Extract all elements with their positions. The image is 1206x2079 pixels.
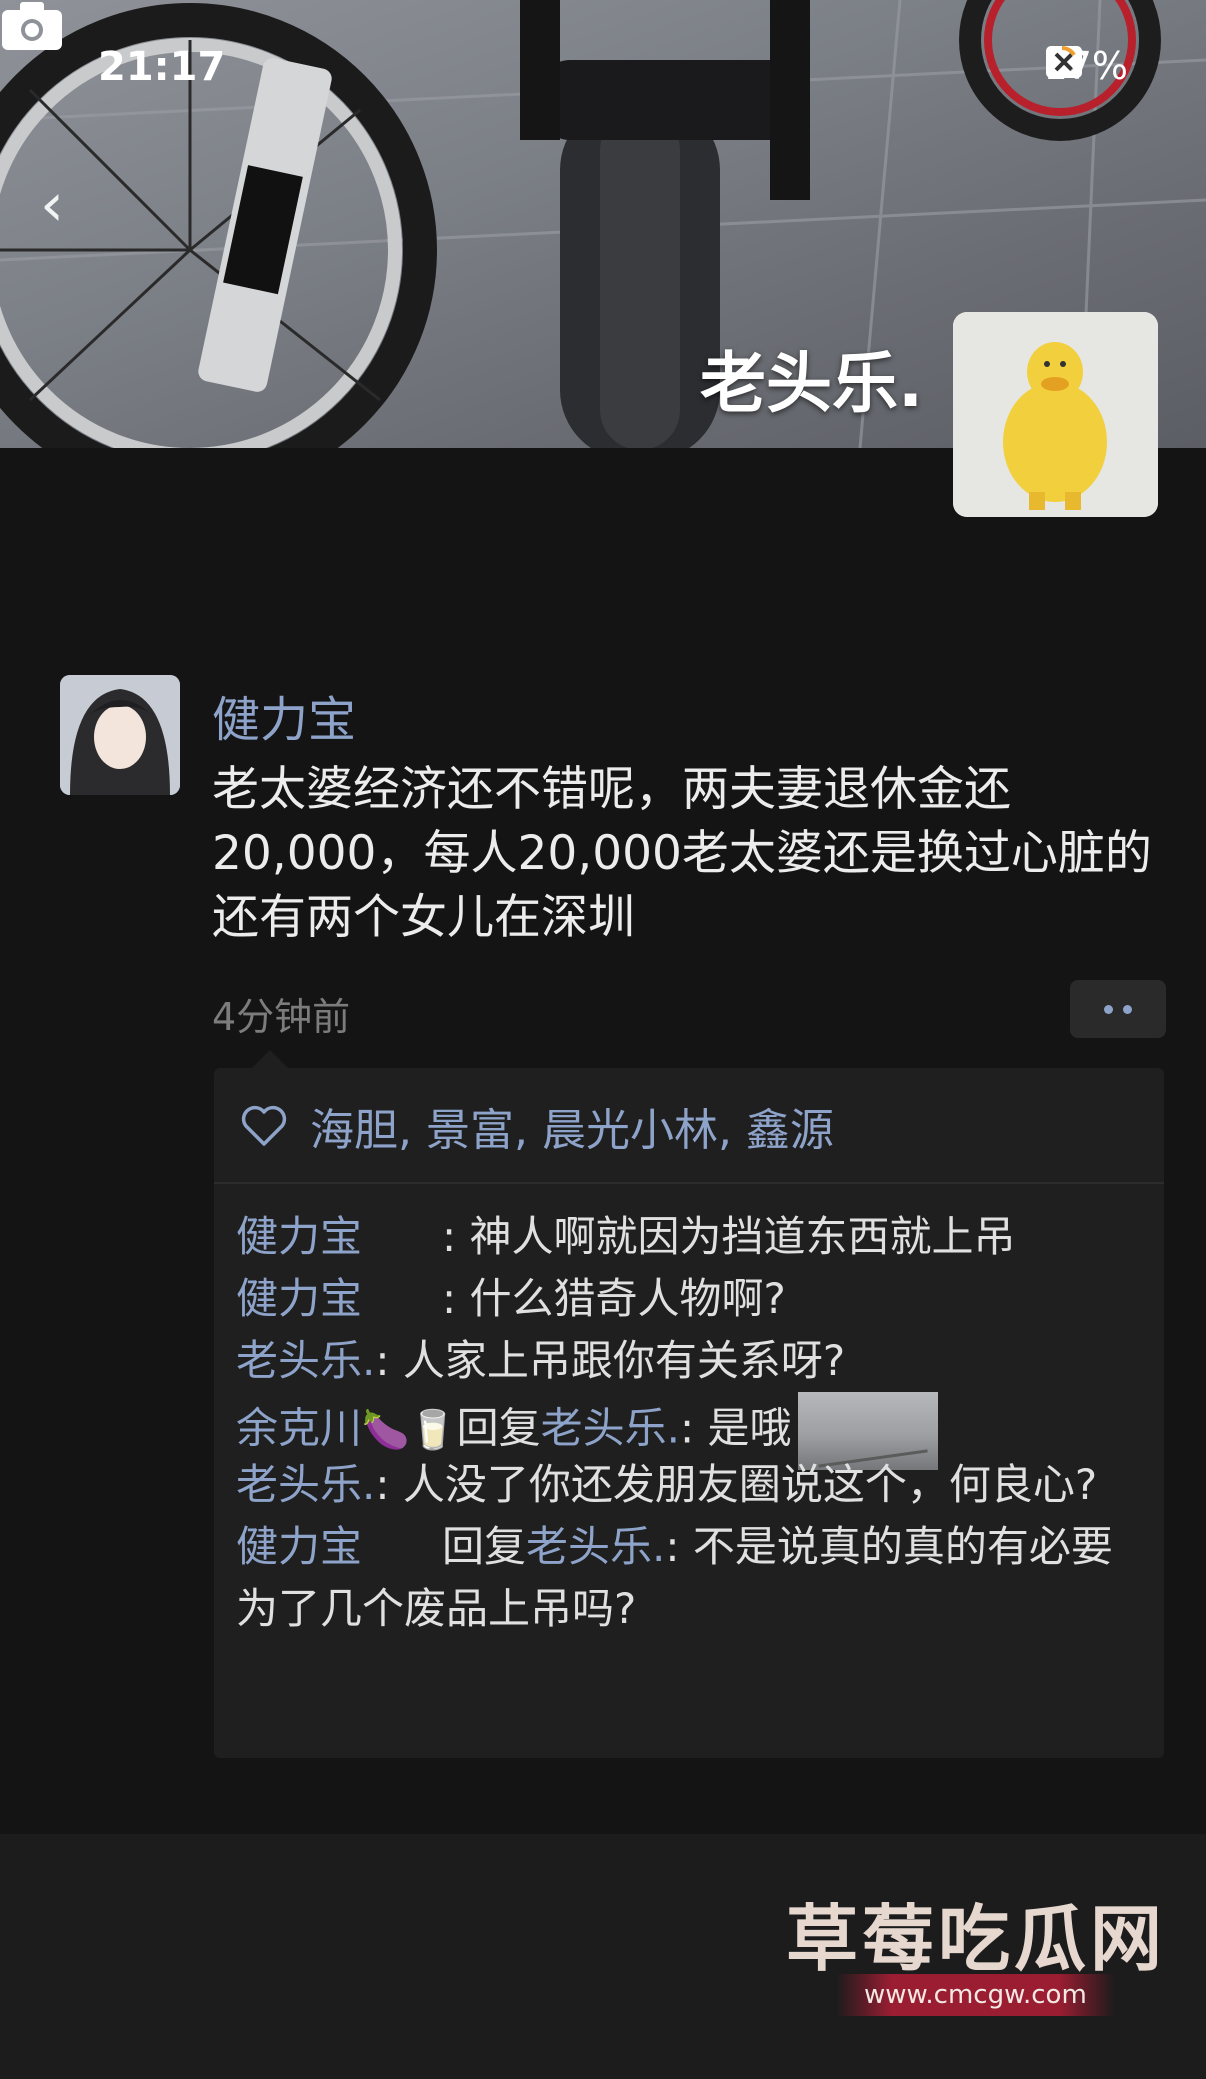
comment-text: : 人家上吊跟你有关系呀?	[375, 1336, 846, 1385]
commenter-name[interactable]: 老头乐.	[236, 1336, 375, 1385]
heart-icon	[241, 1105, 287, 1146]
reply-word: 回复	[442, 1522, 527, 1571]
reply-to-name[interactable]: 老头乐.	[526, 1522, 665, 1571]
comment-text: : 不是说真的真的有必要为了几个废品上吊吗?	[236, 1522, 1113, 1633]
comment-text: : 是哦	[680, 1403, 792, 1453]
comment-text: : 人没了你还发朋友圈说这个，何良心?	[375, 1460, 1098, 1509]
comment-text: : 什么猎奇人物啊?	[442, 1274, 786, 1323]
comment-item[interactable]: 健力宝 回复老头乐.: 不是说真的真的有必要为了几个废品上吊吗?	[236, 1516, 1146, 1640]
commenter-name[interactable]: 余克川	[236, 1404, 362, 1453]
post-author[interactable]: 健力宝	[212, 680, 356, 750]
likes-names[interactable]: 海胆, 景富, 晨光小林, 鑫源	[310, 1094, 834, 1158]
comment-text: : 神人啊就因为挡道东西就上吊	[442, 1212, 1016, 1261]
battery-icon	[1045, 46, 1078, 78]
interaction-panel: 海胆, 景富, 晨光小林, 鑫源 健力宝 : 神人啊就因为挡道东西就上吊 健力宝:…	[214, 1050, 1164, 1758]
reply-word: 回复	[456, 1403, 541, 1453]
commenter-name[interactable]: 健力宝	[236, 1212, 362, 1261]
dot-icon	[1123, 1004, 1132, 1014]
status-icons: 17%	[1044, 44, 1128, 88]
divider	[214, 1182, 1164, 1184]
status-time: 21:17	[98, 44, 226, 90]
commenter-name[interactable]: 健力宝	[236, 1274, 362, 1323]
post-text: 老太婆经济还不错呢，两夫妻退休金还20,000，每人20,000老太婆还是换过心…	[212, 762, 1152, 945]
reply-to-name[interactable]: 老头乐.	[541, 1404, 680, 1453]
profile-name: 老头乐.	[700, 345, 924, 422]
comment-item[interactable]: 老头乐.: 人家上吊跟你有关系呀?	[236, 1330, 1146, 1392]
comment-item[interactable]: 老头乐.: 人没了你还发朋友圈说这个，何良心?	[236, 1454, 1146, 1516]
watermark-title: 草莓吃瓜网	[786, 1897, 1167, 1981]
watermark-url: www.cmcgw.com	[836, 1974, 1115, 2016]
comment-item[interactable]: 健力宝 : 神人啊就因为挡道东西就上吊	[236, 1206, 1146, 1268]
emoji-text: 🍆🥛	[362, 1407, 457, 1452]
dot-icon	[1104, 1004, 1113, 1014]
comment-item[interactable]: 健力宝 : 什么猎奇人物啊?	[236, 1268, 1146, 1330]
camera-icon[interactable]	[0, 0, 64, 52]
likes-row: 海胆, 景富, 晨光小林, 鑫源	[240, 1088, 834, 1164]
profile-avatar[interactable]	[953, 312, 1158, 517]
post-time: 4分钟前	[212, 995, 351, 1039]
author-avatar-image	[60, 675, 180, 795]
author-avatar[interactable]	[60, 675, 180, 795]
avatar-image	[953, 312, 1158, 517]
more-actions-button[interactable]	[1070, 980, 1166, 1038]
commenter-name[interactable]: 健力宝	[236, 1522, 362, 1571]
back-icon[interactable]: ‹	[40, 170, 64, 240]
commenter-name[interactable]: 老头乐.	[236, 1460, 375, 1509]
